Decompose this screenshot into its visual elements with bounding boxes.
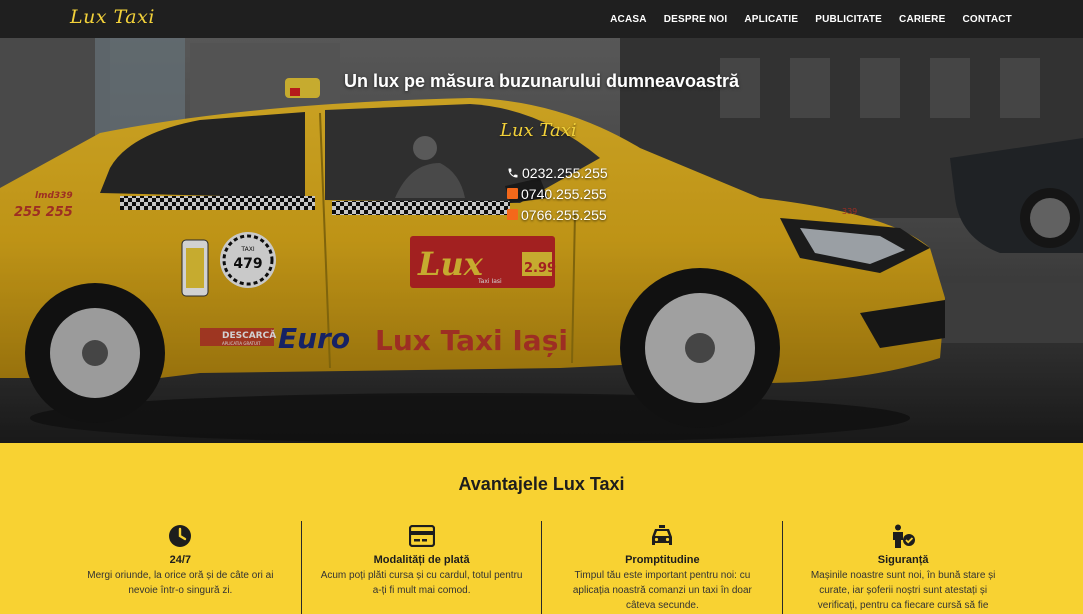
clock-icon	[60, 523, 301, 549]
advantage-title: Modalități de plată	[373, 554, 470, 566]
hero-taxi-photo: lmd339 255 255 TAXI 479 Lux Taxi Iasi 2.…	[0, 38, 1083, 443]
phone-number-1[interactable]: 0232.255.255	[522, 165, 608, 181]
advantage-text: Mașinile noastre sunt noi, în bună stare…	[810, 570, 996, 611]
hero-section: lmd339 255 255 TAXI 479 Lux Taxi Iasi 2.…	[0, 38, 1083, 443]
advantage-title: 24/7	[169, 554, 192, 566]
advantage-card-safety: Siguranță Mașinile noastre sunt noi, în …	[782, 521, 1023, 614]
site-logo[interactable]: Lux Taxi	[70, 6, 155, 28]
advantage-text: Mergi oriunde, la orice oră și de câte o…	[87, 570, 274, 596]
phone-number-3[interactable]: 0766.255.255	[521, 207, 607, 223]
hero-logo: Lux Taxi	[500, 120, 577, 141]
nav-despre-noi[interactable]: DESPRE NOI	[664, 14, 728, 25]
advantage-card-payment: Modalități de plată Acum poți plăti curs…	[300, 521, 542, 614]
taxi-icon	[542, 523, 782, 549]
phone-line-orange-1[interactable]: 0740.255.255	[507, 183, 608, 204]
nav-cariere[interactable]: CARIERE	[899, 14, 945, 25]
advantage-card-24-7: 24/7 Mergi oriunde, la orice oră și de c…	[60, 521, 301, 614]
advantage-card-promptness: Promptitudine Timpul tău este important …	[541, 521, 782, 614]
nav-aplicatie[interactable]: APLICATIE	[744, 14, 798, 25]
advantages-section: Avantajele Lux Taxi 24/7 Mergi oriunde, …	[0, 443, 1083, 614]
phone-line-orange-2[interactable]: 0766.255.255	[507, 204, 608, 225]
advantages-title: Avantajele Lux Taxi	[458, 474, 625, 494]
advantage-title: Promptitudine	[625, 554, 700, 566]
credit-card-icon	[302, 523, 542, 549]
main-nav: ACASA DESPRE NOI APLICATIE PUBLICITATE C…	[610, 0, 1012, 38]
advantage-title: Siguranță	[877, 554, 929, 566]
phone-icon	[507, 167, 519, 179]
phone-number-2[interactable]: 0740.255.255	[521, 186, 607, 202]
nav-acasa[interactable]: ACASA	[610, 14, 647, 25]
nav-contact[interactable]: CONTACT	[962, 14, 1012, 25]
hero-title: Un lux pe măsura buzunarului dumneavoast…	[343, 71, 740, 91]
advantage-text: Timpul tău este important pentru noi: cu…	[572, 570, 752, 611]
phone-line-landline[interactable]: 0232.255.255	[507, 162, 608, 183]
top-navbar: Lux Taxi ACASA DESPRE NOI APLICATIE PUBL…	[0, 0, 1083, 38]
orange-operator-icon	[507, 188, 518, 199]
phone-list: 0232.255.255 0740.255.255 0766.255.255	[507, 162, 608, 225]
nav-publicitate[interactable]: PUBLICITATE	[815, 14, 882, 25]
advantages-list: 24/7 Mergi oriunde, la orice oră și de c…	[60, 521, 1023, 614]
verified-person-icon	[783, 523, 1023, 549]
advantage-text: Acum poți plăti cursa și cu cardul, totu…	[320, 570, 523, 596]
orange-operator-icon	[507, 209, 518, 220]
